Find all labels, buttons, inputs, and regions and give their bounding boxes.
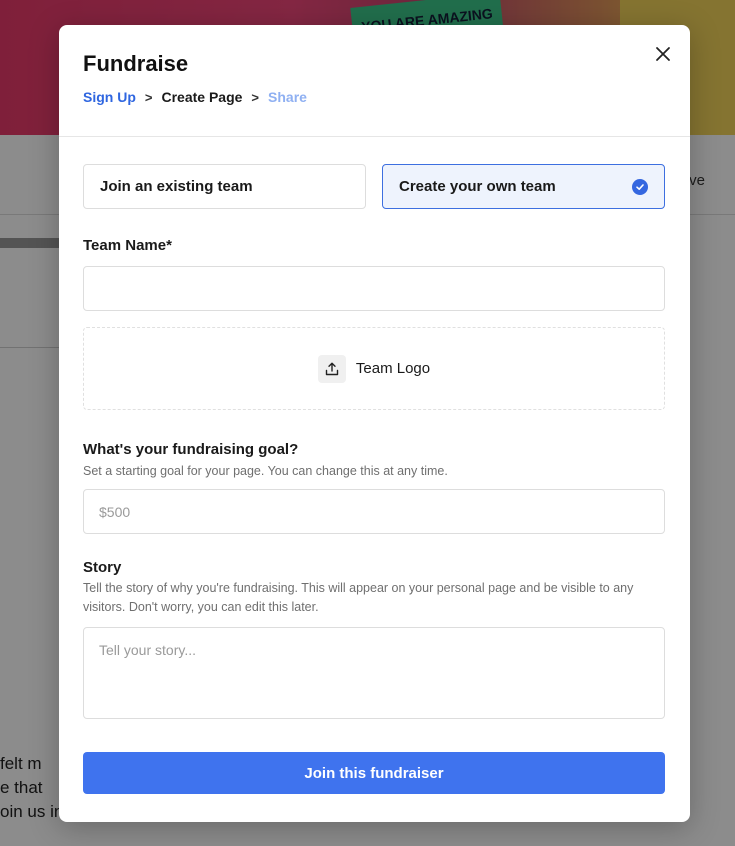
goal-input[interactable] xyxy=(83,489,665,534)
team-logo-label: Team Logo xyxy=(355,360,431,377)
team-name-input[interactable] xyxy=(83,266,665,311)
modal-body: Join an existing team Create your own te… xyxy=(59,137,690,794)
modal-title: Fundraise xyxy=(83,51,189,76)
story-label: Story xyxy=(83,559,122,576)
join-existing-team-label: Join an existing team xyxy=(100,178,253,195)
upload-icon xyxy=(317,354,346,383)
create-own-team-option[interactable]: Create your own team xyxy=(382,164,665,209)
story-help-text: Tell the story of why you're fundraising… xyxy=(83,581,634,614)
story-textarea[interactable] xyxy=(83,627,665,719)
breadcrumb-separator: > xyxy=(144,89,153,105)
breadcrumb: Sign Up > Create Page > Share xyxy=(83,89,666,105)
check-circle-icon xyxy=(632,179,648,195)
close-button[interactable] xyxy=(652,43,674,65)
close-icon xyxy=(656,47,670,61)
join-existing-team-option[interactable]: Join an existing team xyxy=(83,164,366,209)
breadcrumb-separator: > xyxy=(251,89,260,105)
goal-label: What's your fundraising goal? xyxy=(83,441,299,458)
team-name-label: Team Name* xyxy=(83,237,172,254)
modal-header: Fundraise Sign Up > Create Page > Share xyxy=(59,25,690,137)
goal-help-text: Set a starting goal for your page. You c… xyxy=(83,464,448,478)
create-own-team-label: Create your own team xyxy=(399,178,556,195)
join-fundraiser-button[interactable]: Join this fundraiser xyxy=(83,752,665,794)
team-logo-upload[interactable]: Team Logo xyxy=(83,327,665,410)
breadcrumb-share: Share xyxy=(268,89,307,105)
breadcrumb-sign-up[interactable]: Sign Up xyxy=(83,89,136,105)
team-choice-group: Join an existing team Create your own te… xyxy=(83,164,666,209)
fundraise-modal: Fundraise Sign Up > Create Page > Share … xyxy=(59,25,690,822)
breadcrumb-create-page: Create Page xyxy=(161,89,243,105)
